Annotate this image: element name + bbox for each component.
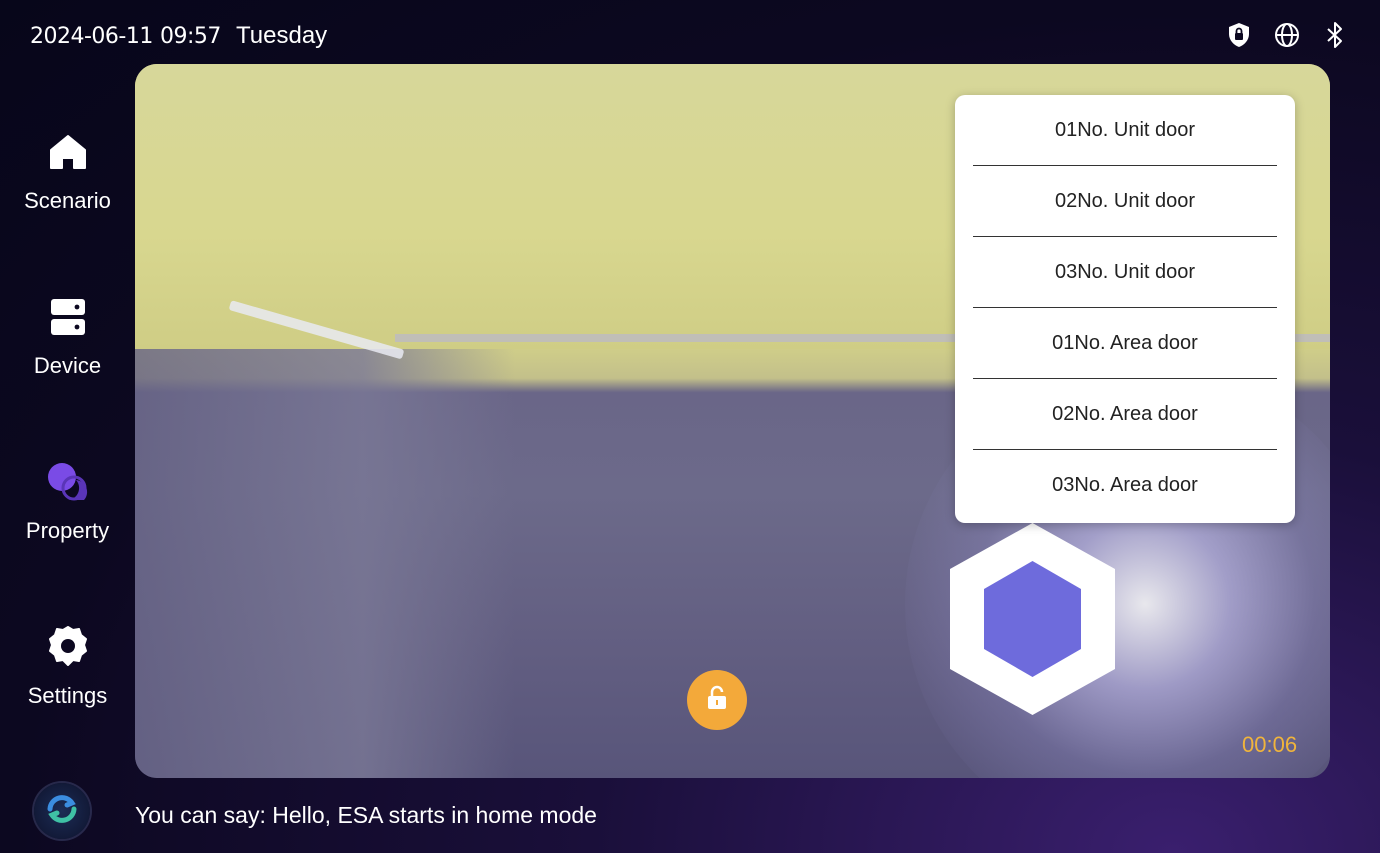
- sidebar-item-settings[interactable]: Settings: [0, 625, 135, 709]
- video-wall-shadow: [135, 349, 515, 778]
- status-date: 2024-06-11: [30, 24, 153, 49]
- voice-assistant-button[interactable]: [34, 783, 90, 839]
- chat-bubbles-icon: [46, 460, 90, 504]
- home-icon: [46, 130, 90, 174]
- sidebar-item-label: Scenario: [24, 188, 111, 213]
- security-shield-icon[interactable]: [1224, 20, 1254, 50]
- call-timer: 00:06: [1242, 732, 1298, 757]
- device-icon: [46, 295, 90, 339]
- gear-icon: [46, 625, 90, 669]
- assistant-logo-icon: [42, 789, 82, 834]
- unlock-icon: [705, 685, 729, 716]
- door-item[interactable]: 02No. Unit door: [955, 166, 1295, 237]
- bluetooth-icon[interactable]: [1320, 20, 1350, 50]
- sidebar-item-scenario[interactable]: Scenario: [0, 130, 135, 214]
- status-time: 09:57: [160, 24, 221, 49]
- sidebar-item-label: Device: [33, 353, 102, 378]
- hexagon-lamp: [950, 523, 1115, 715]
- status-weekday: Tuesday: [236, 22, 328, 49]
- door-item[interactable]: 02No. Area door: [955, 379, 1295, 450]
- door-item[interactable]: 01No. Area door: [955, 308, 1295, 379]
- door-item[interactable]: 03No. Unit door: [955, 237, 1295, 308]
- unlock-button[interactable]: [687, 670, 747, 730]
- sidebar-item-label: Property: [25, 518, 110, 543]
- sidebar-item-label: Settings: [27, 683, 108, 708]
- door-select-menu: 01No. Unit door 02No. Unit door 03No. Un…: [955, 95, 1295, 523]
- assistant-hint-text: You can say: Hello, ESA starts in home m…: [135, 802, 597, 828]
- door-item[interactable]: 01No. Unit door: [955, 95, 1295, 166]
- door-item[interactable]: 03No. Area door: [955, 450, 1295, 521]
- globe-icon[interactable]: [1272, 20, 1302, 50]
- sidebar-item-device[interactable]: Device: [0, 295, 135, 379]
- status-bar: 2024-06-11 09:57 Tuesday: [0, 0, 1380, 70]
- status-icons: [1224, 20, 1350, 50]
- sidebar-item-property[interactable]: Property: [0, 460, 135, 544]
